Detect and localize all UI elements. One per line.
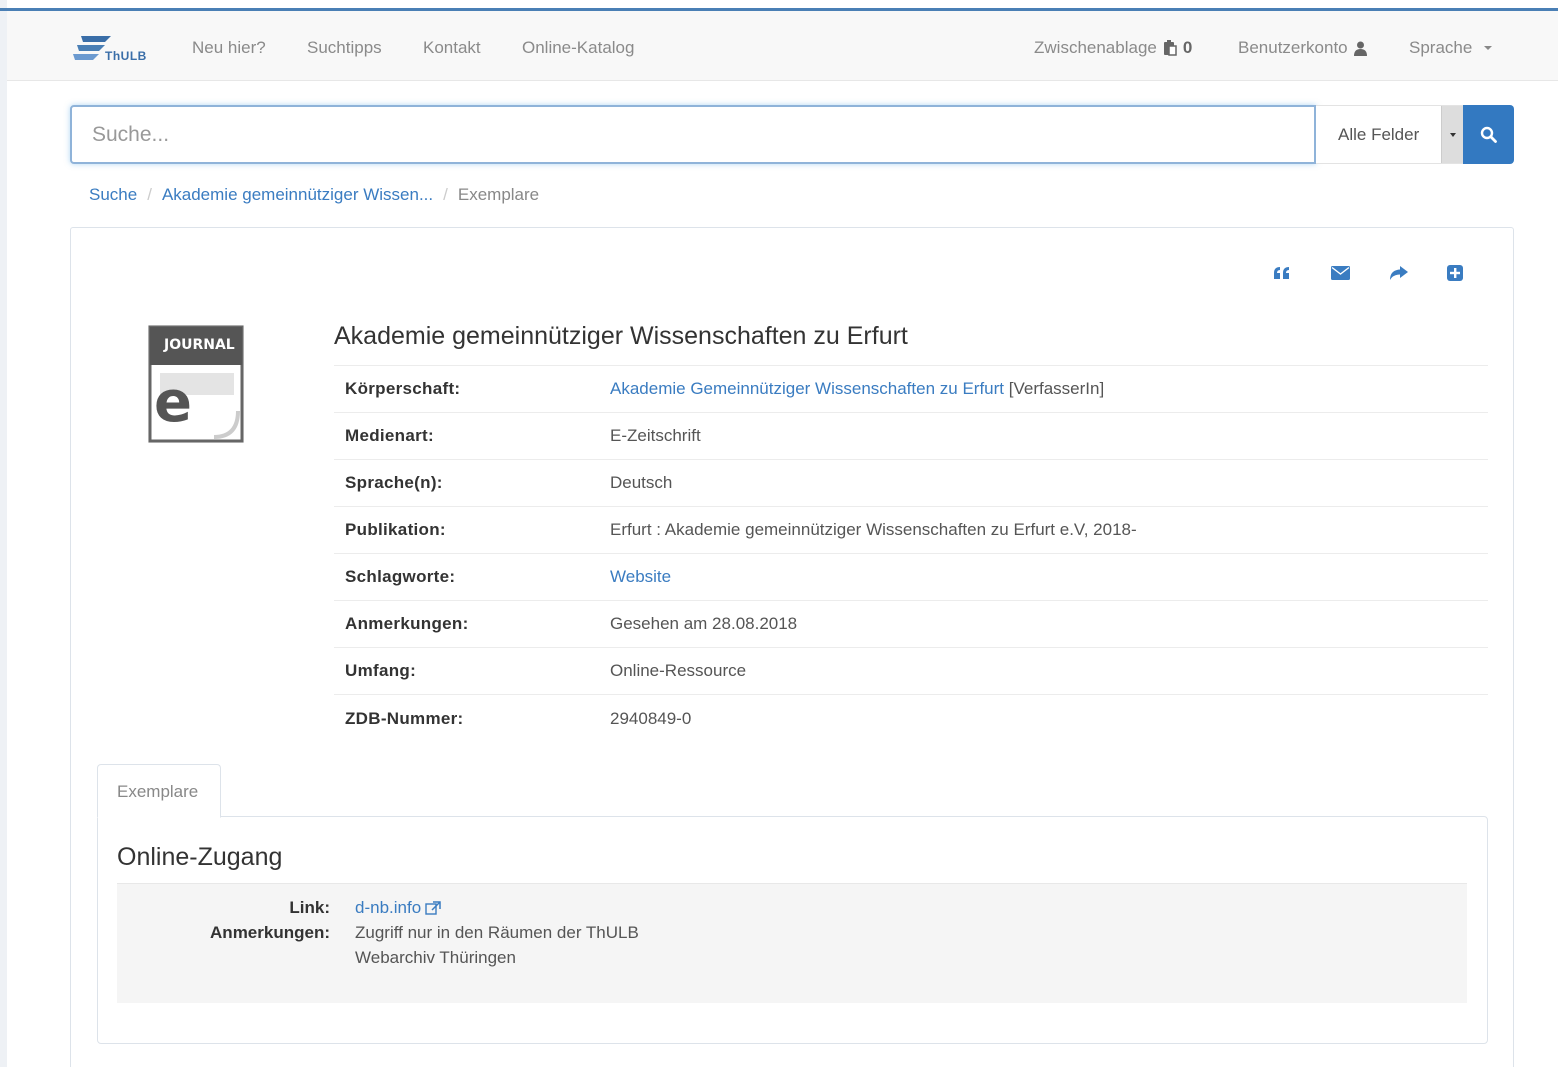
clipboard-count: 0: [1182, 38, 1193, 57]
field-value: Erfurt : Akademie gemeinnütziger Wissens…: [610, 520, 1137, 539]
field-value: Online-Ressource: [610, 661, 747, 680]
external-link-icon: [425, 901, 441, 915]
breadcrumb-search[interactable]: Suche: [89, 185, 137, 205]
field-label: Umfang:: [345, 661, 417, 680]
email-icon[interactable]: [1329, 262, 1351, 284]
quote-icon[interactable]: [1271, 262, 1293, 284]
field-label: Anmerkungen:: [345, 614, 469, 633]
field-value: 2940849-0: [610, 708, 692, 728]
table-row: Publikation: Erfurt : Akademie gemeinnüt…: [334, 507, 1488, 554]
user-icon: [1353, 41, 1367, 56]
export-icon[interactable]: [1387, 262, 1409, 284]
window-edge: [0, 0, 7, 1067]
table-row: Schlagworte: Website: [334, 554, 1488, 601]
account-link[interactable]: Benutzerkonto: [1238, 38, 1367, 58]
nav-link-search-tips[interactable]: Suchtipps: [307, 38, 382, 58]
field-value: Akademie Gemeinnütziger Wissenschaften z…: [610, 379, 1104, 399]
breadcrumb-separator: /: [147, 185, 152, 204]
nav-link-contact[interactable]: Kontakt: [423, 38, 481, 58]
field-label: Medienart:: [345, 426, 434, 445]
record-details-table: Körperschaft: Akademie Gemeinnütziger Wi…: [334, 365, 1488, 742]
breadcrumb-separator: /: [443, 185, 448, 204]
search-button[interactable]: [1463, 105, 1514, 164]
corporate-author-link[interactable]: Akademie Gemeinnütziger Wissenschaften z…: [610, 379, 1004, 398]
notes-label: Anmerkungen:: [210, 923, 330, 942]
record-title: Akademie gemeinnütziger Wissenschaften z…: [334, 322, 908, 350]
role-suffix: [VerfasserIn]: [1004, 379, 1105, 398]
language-label: Sprache: [1409, 38, 1473, 57]
table-row: Anmerkungen: Gesehen am 28.08.2018: [334, 601, 1488, 648]
navbar: ThULB Neu hier? Suchtipps Kontakt Online…: [7, 11, 1558, 81]
account-label: Benutzerkonto: [1238, 38, 1348, 57]
chevron-down-icon: [1484, 46, 1493, 50]
table-row: Umfang: Online-Ressource: [334, 648, 1488, 695]
field-value: Gesehen am 28.08.2018: [610, 614, 798, 633]
language-dropdown[interactable]: Sprache: [1409, 38, 1493, 58]
search-input[interactable]: [70, 105, 1316, 164]
add-to-list-icon[interactable]: [1444, 262, 1466, 284]
cover-journal-icon: JOURNAL e: [148, 325, 244, 443]
dnb-link[interactable]: d-nb.info: [355, 898, 421, 918]
breadcrumb: Suche / Akademie gemeinnütziger Wissen..…: [89, 185, 539, 205]
field-label: ZDB-Nummer:: [345, 708, 464, 728]
clipboard-label: Zwischenablage: [1034, 38, 1157, 57]
search-field-selected: Alle Felder: [1338, 124, 1420, 144]
online-access-title: Online-Zugang: [117, 843, 283, 871]
field-label: Körperschaft:: [345, 379, 461, 398]
tab-exemplare[interactable]: Exemplare: [97, 764, 221, 818]
breadcrumb-current: Exemplare: [457, 185, 540, 204]
notes-line-1: Zugriff nur in den Räumen der ThULB: [355, 923, 639, 942]
nav-link-new-here[interactable]: Neu hier?: [192, 38, 266, 58]
table-row: Sprache(n): Deutsch: [334, 460, 1488, 507]
thulb-logo[interactable]: ThULB: [71, 33, 161, 65]
search-field-select[interactable]: Alle Felder: [1316, 105, 1463, 164]
cover-label: JOURNAL: [164, 337, 235, 353]
table-row: Körperschaft: Akademie Gemeinnütziger Wi…: [334, 366, 1488, 413]
table-row: Medienart: E-Zeitschrift: [334, 413, 1488, 460]
clipboard-link[interactable]: Zwischenablage 0: [1034, 38, 1192, 58]
link-label: Link:: [289, 898, 330, 917]
field-label: Sprache(n):: [345, 473, 443, 492]
breadcrumb-record[interactable]: Akademie gemeinnütziger Wissen...: [162, 185, 433, 205]
clipboard-icon: [1163, 40, 1177, 56]
select-arrow-icon: [1441, 106, 1463, 163]
subject-link[interactable]: Website: [610, 567, 671, 586]
search-icon: [1480, 126, 1497, 143]
table-row: ZDB-Nummer: 2940849-0: [334, 695, 1488, 742]
notes-line-2: Webarchiv Thüringen: [355, 948, 516, 967]
field-value: Website: [610, 567, 671, 587]
field-value: Deutsch: [610, 473, 673, 492]
field-value: E-Zeitschrift: [610, 426, 701, 445]
field-label: Publikation:: [345, 520, 446, 539]
field-label: Schlagworte:: [345, 567, 456, 586]
logo-text: ThULB: [105, 49, 147, 63]
nav-link-online-catalog[interactable]: Online-Katalog: [522, 38, 634, 58]
link-value: d-nb.info: [355, 898, 441, 918]
cover-letter: e: [154, 370, 192, 435]
